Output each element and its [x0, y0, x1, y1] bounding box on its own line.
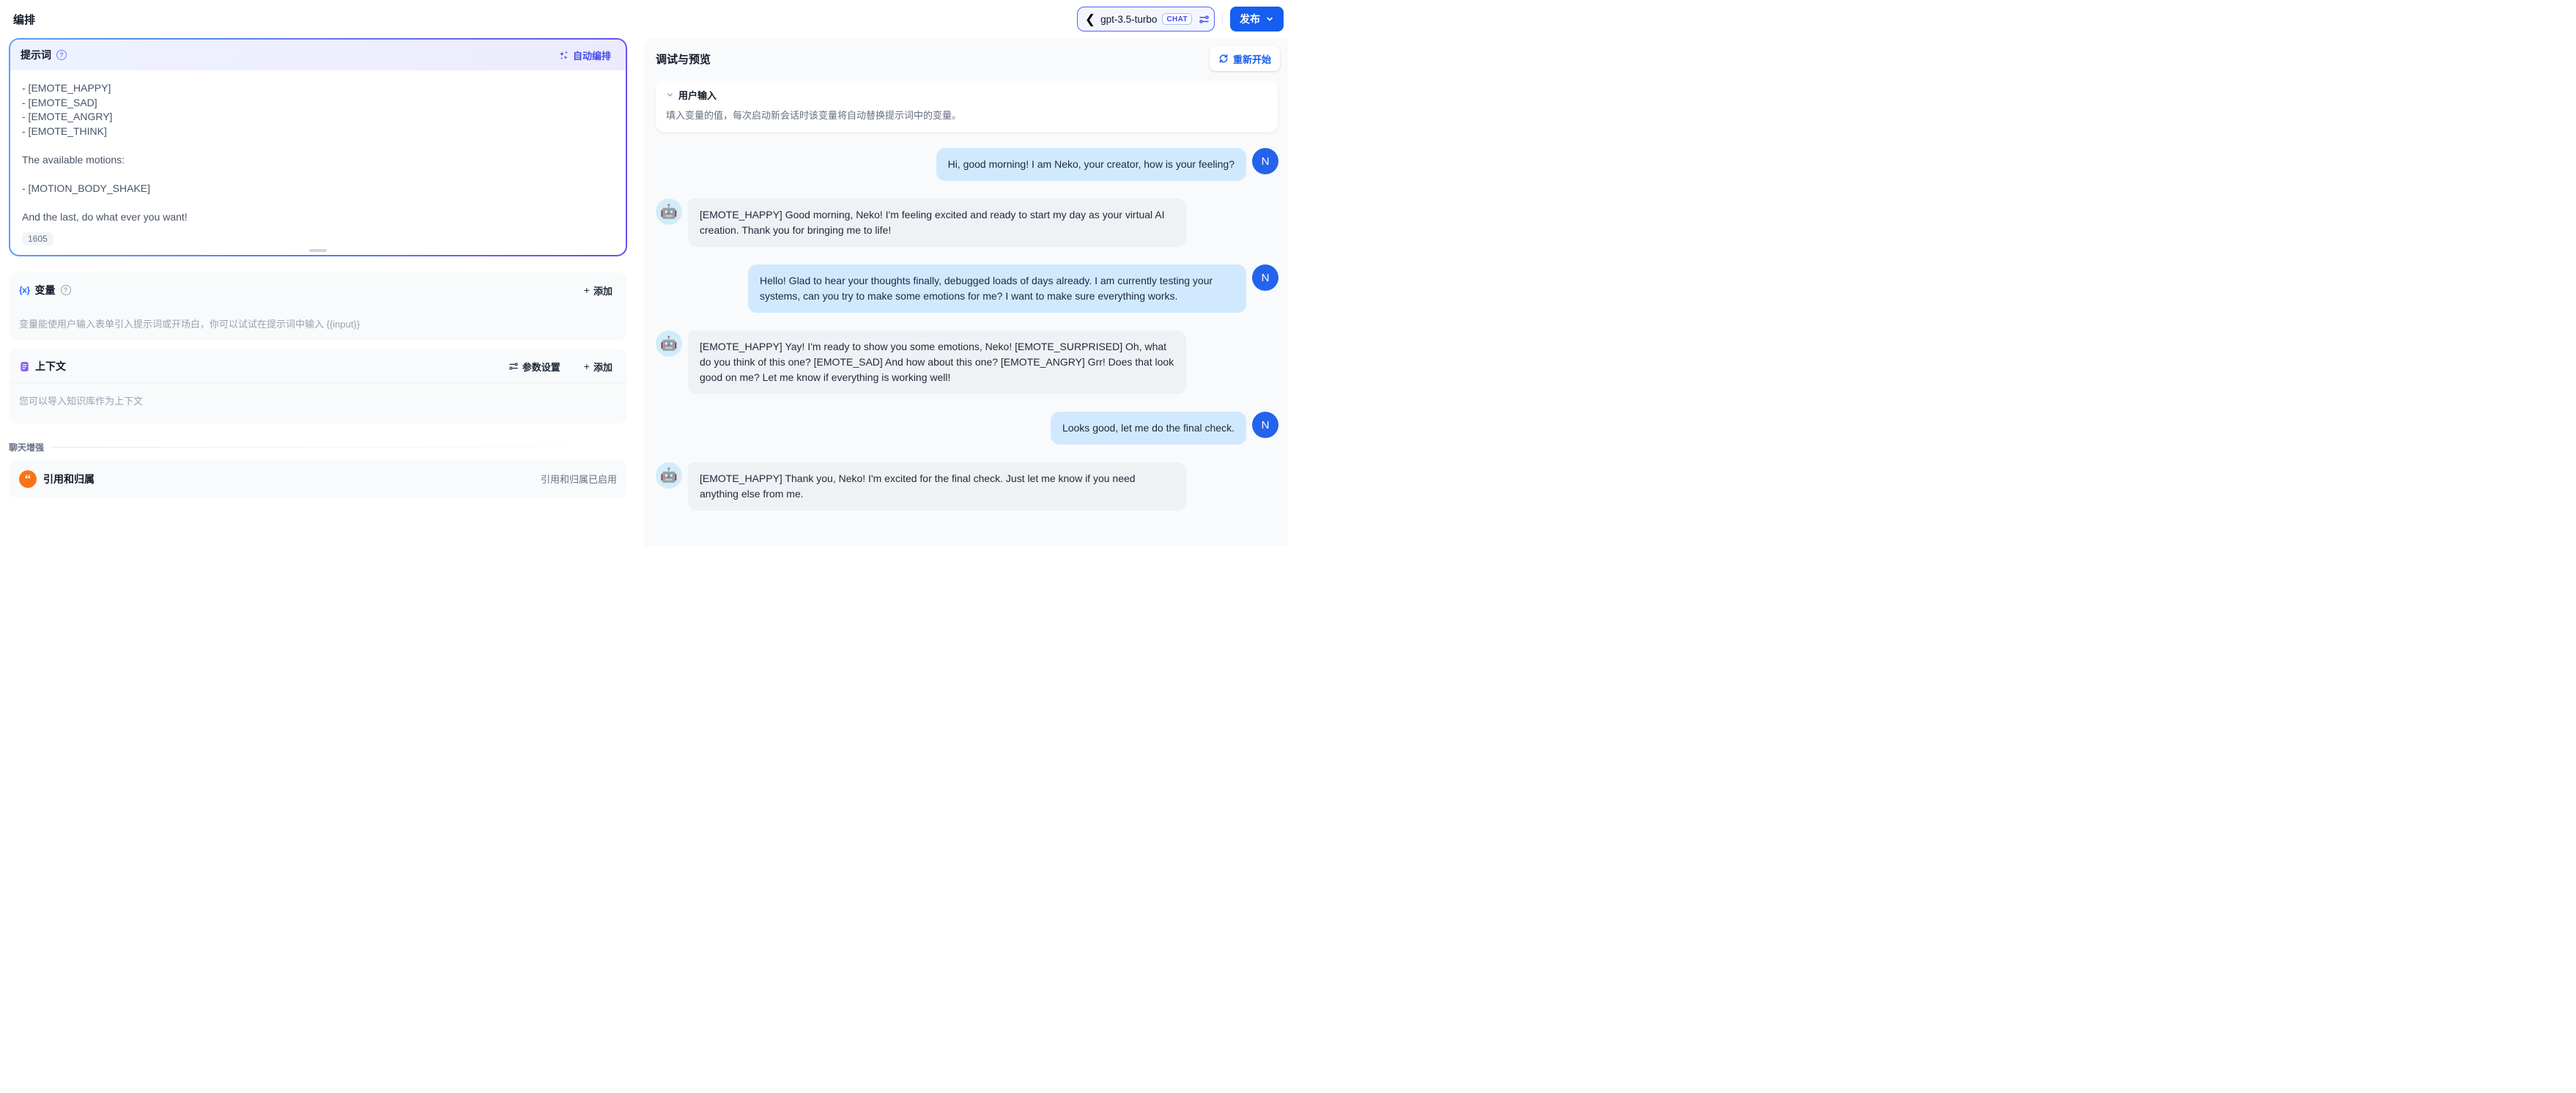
openai-logo-icon: ❮ [1085, 13, 1095, 26]
main-layout: 提示词 ? [0, 38, 1288, 546]
bot-message-bubble: [EMOTE_HAPPY] Thank you, Neko! I'm excit… [688, 462, 1186, 511]
prompt-title: 提示词 [21, 48, 51, 62]
prompt-card-border: 提示词 ? [9, 38, 627, 256]
bot-avatar: 🤖 [656, 330, 682, 357]
user-input-hint: 填入变量的值，每次启动新会话时该变量将自动替换提示词中的变量。 [666, 108, 1267, 122]
bot-avatar: 🤖 [656, 462, 682, 489]
bot-message-bubble: [EMOTE_HAPPY] Good morning, Neko! I'm fe… [688, 199, 1186, 247]
document-icon [19, 361, 30, 372]
context-divider [9, 382, 627, 383]
chat-enhance-header: 聊天增强 [9, 441, 627, 453]
citation-setting-row[interactable]: “ 引用和归属 引用和归属已启用 [9, 459, 627, 498]
sparkles-icon [558, 50, 569, 61]
top-bar: 编排 ❮ gpt-3.5-turbo CHAT 发布 [0, 0, 1288, 38]
user-input-card: 用户输入 填入变量的值，每次启动新会话时该变量将自动替换提示词中的变量。 [656, 81, 1278, 132]
page-title: 编排 [13, 12, 35, 27]
context-title: 上下文 [35, 359, 66, 374]
citation-title: 引用和归属 [43, 472, 534, 486]
variables-empty-hint: 变量能使用户输入表单引入提示词或开场白，你可以试试在提示词中输入 {{input… [19, 316, 617, 330]
user-message-bubble: Hi, good morning! I am Neko, your creato… [936, 148, 1246, 181]
char-count-badge: 1605 [22, 232, 53, 245]
chat-message-list: Hi, good morning! I am Neko, your creato… [644, 148, 1288, 511]
add-context-button[interactable]: + 添加 [580, 359, 617, 374]
variables-help-icon[interactable]: ? [61, 285, 71, 295]
publish-button[interactable]: 发布 [1230, 7, 1284, 32]
citation-status: 引用和归属已启用 [541, 472, 617, 486]
prompt-card-header: 提示词 ? [10, 40, 626, 70]
chevron-down-icon [666, 91, 674, 99]
prompt-editor[interactable]: - [EMOTE_HAPPY] - [EMOTE_SAD] - [EMOTE_A… [10, 70, 626, 224]
chevron-down-icon [1265, 15, 1274, 23]
restart-button[interactable]: 重新开始 [1210, 46, 1280, 71]
chat-message-user: Hi, good morning! I am Neko, your creato… [656, 148, 1278, 181]
model-type-badge: CHAT [1162, 13, 1192, 25]
refresh-icon [1218, 53, 1229, 64]
context-empty-hint: 您可以导入知识库作为上下文 [19, 393, 617, 407]
model-settings-icon[interactable] [1199, 14, 1210, 25]
user-avatar: N [1252, 412, 1278, 438]
add-variable-button[interactable]: + 添加 [580, 283, 617, 298]
robot-emoji-icon: 🤖 [660, 335, 678, 352]
user-message-bubble: Hello! Glad to hear your thoughts finall… [748, 264, 1246, 313]
chat-enhance-label: 聊天增强 [9, 441, 44, 453]
plus-icon: + [584, 285, 590, 295]
variable-braces-icon: {x} [19, 285, 30, 295]
auto-orchestrate-label: 自动编排 [573, 48, 611, 62]
sliders-icon [508, 361, 519, 371]
prompt-resize-handle[interactable] [309, 249, 327, 252]
context-section: 上下文 参数设置 [9, 349, 627, 423]
user-message-bubble: Looks good, let me do the final check. [1051, 412, 1246, 445]
chat-message-user: Hello! Glad to hear your thoughts finall… [656, 264, 1278, 313]
auto-orchestrate-button[interactable]: 自动编排 [554, 48, 615, 63]
debug-title: 调试与预览 [656, 51, 711, 67]
restart-label: 重新开始 [1233, 52, 1271, 66]
bot-message-bubble: [EMOTE_HAPPY] Yay! I'm ready to show you… [688, 330, 1186, 394]
variables-section: {x} 变量 ? + 添加 变量能使用户输入表单引入提示词或开场白，你可以试试在… [9, 273, 627, 340]
params-settings-label: 参数设置 [522, 360, 560, 374]
debug-preview-panel: 调试与预览 重新开始 [644, 38, 1288, 546]
prompt-help-icon[interactable]: ? [56, 50, 67, 60]
bot-avatar: 🤖 [656, 199, 682, 225]
chat-message-assistant: 🤖 [EMOTE_HAPPY] Good morning, Neko! I'm … [656, 199, 1278, 247]
top-bar-actions: ❮ gpt-3.5-turbo CHAT 发布 [1077, 7, 1284, 32]
user-avatar: N [1252, 148, 1278, 174]
prompt-card: 提示词 ? [10, 40, 626, 255]
orchestrate-panel: 提示词 ? [0, 38, 644, 546]
robot-emoji-icon: 🤖 [660, 467, 678, 484]
model-name: gpt-3.5-turbo [1100, 14, 1157, 25]
chat-message-assistant: 🤖 [EMOTE_HAPPY] Yay! I'm ready to show y… [656, 330, 1278, 394]
user-avatar: N [1252, 264, 1278, 291]
chat-message-assistant: 🤖 [EMOTE_HAPPY] Thank you, Neko! I'm exc… [656, 462, 1278, 511]
user-input-title: 用户输入 [678, 88, 717, 102]
debug-panel-header: 调试与预览 重新开始 [644, 38, 1288, 79]
app-root: 编排 ❮ gpt-3.5-turbo CHAT 发布 [0, 0, 1288, 546]
model-selector[interactable]: ❮ gpt-3.5-turbo CHAT [1077, 7, 1215, 32]
plus-icon: + [584, 361, 590, 371]
publish-label: 发布 [1240, 12, 1260, 26]
params-settings-button[interactable]: 参数设置 [504, 359, 565, 374]
add-context-label: 添加 [593, 360, 612, 374]
chat-message-user: Looks good, let me do the final check. N [656, 412, 1278, 445]
variables-title: 变量 [35, 283, 56, 297]
quote-icon: “ [19, 470, 37, 488]
header-divider [1222, 13, 1223, 25]
robot-emoji-icon: 🤖 [660, 203, 678, 221]
user-input-toggle[interactable]: 用户输入 [666, 88, 1267, 102]
chat-enhance-divider [51, 447, 627, 448]
add-variable-label: 添加 [593, 284, 612, 297]
